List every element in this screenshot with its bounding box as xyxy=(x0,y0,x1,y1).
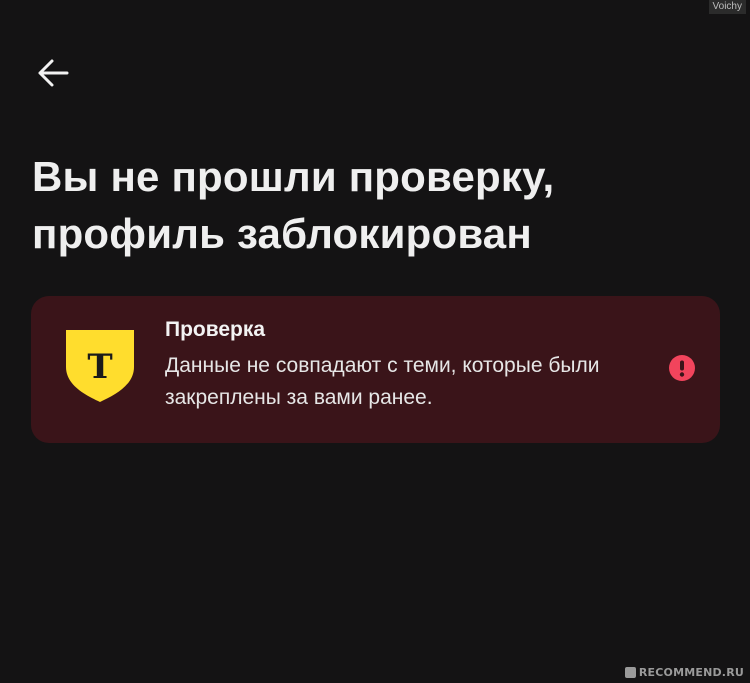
back-button[interactable] xyxy=(30,50,76,96)
alert-message: Данные не совпадают с теми, которые были… xyxy=(165,354,600,409)
recommend-logo-icon xyxy=(624,667,636,678)
watermark-site-label: RECOMMEND.RU xyxy=(638,666,744,679)
watermark-username: Voichy xyxy=(708,0,746,14)
page-title: Вы не прошли проверку, профиль заблокиро… xyxy=(32,148,722,262)
verification-alert-card: Т Проверка Данные не совпадают с теми, к… xyxy=(31,296,720,443)
watermark-site: RECOMMEND.RU xyxy=(624,666,744,679)
page-title-line-1: Вы не прошли проверку, xyxy=(32,153,555,200)
alert-title: Проверка xyxy=(165,318,266,341)
arrow-left-icon xyxy=(38,59,69,87)
error-exclamation-icon xyxy=(669,355,695,381)
page-title-line-2: профиль заблокирован xyxy=(32,210,532,257)
tinkoff-shield-logo: Т xyxy=(66,330,134,402)
logo-letter: Т xyxy=(87,347,112,387)
